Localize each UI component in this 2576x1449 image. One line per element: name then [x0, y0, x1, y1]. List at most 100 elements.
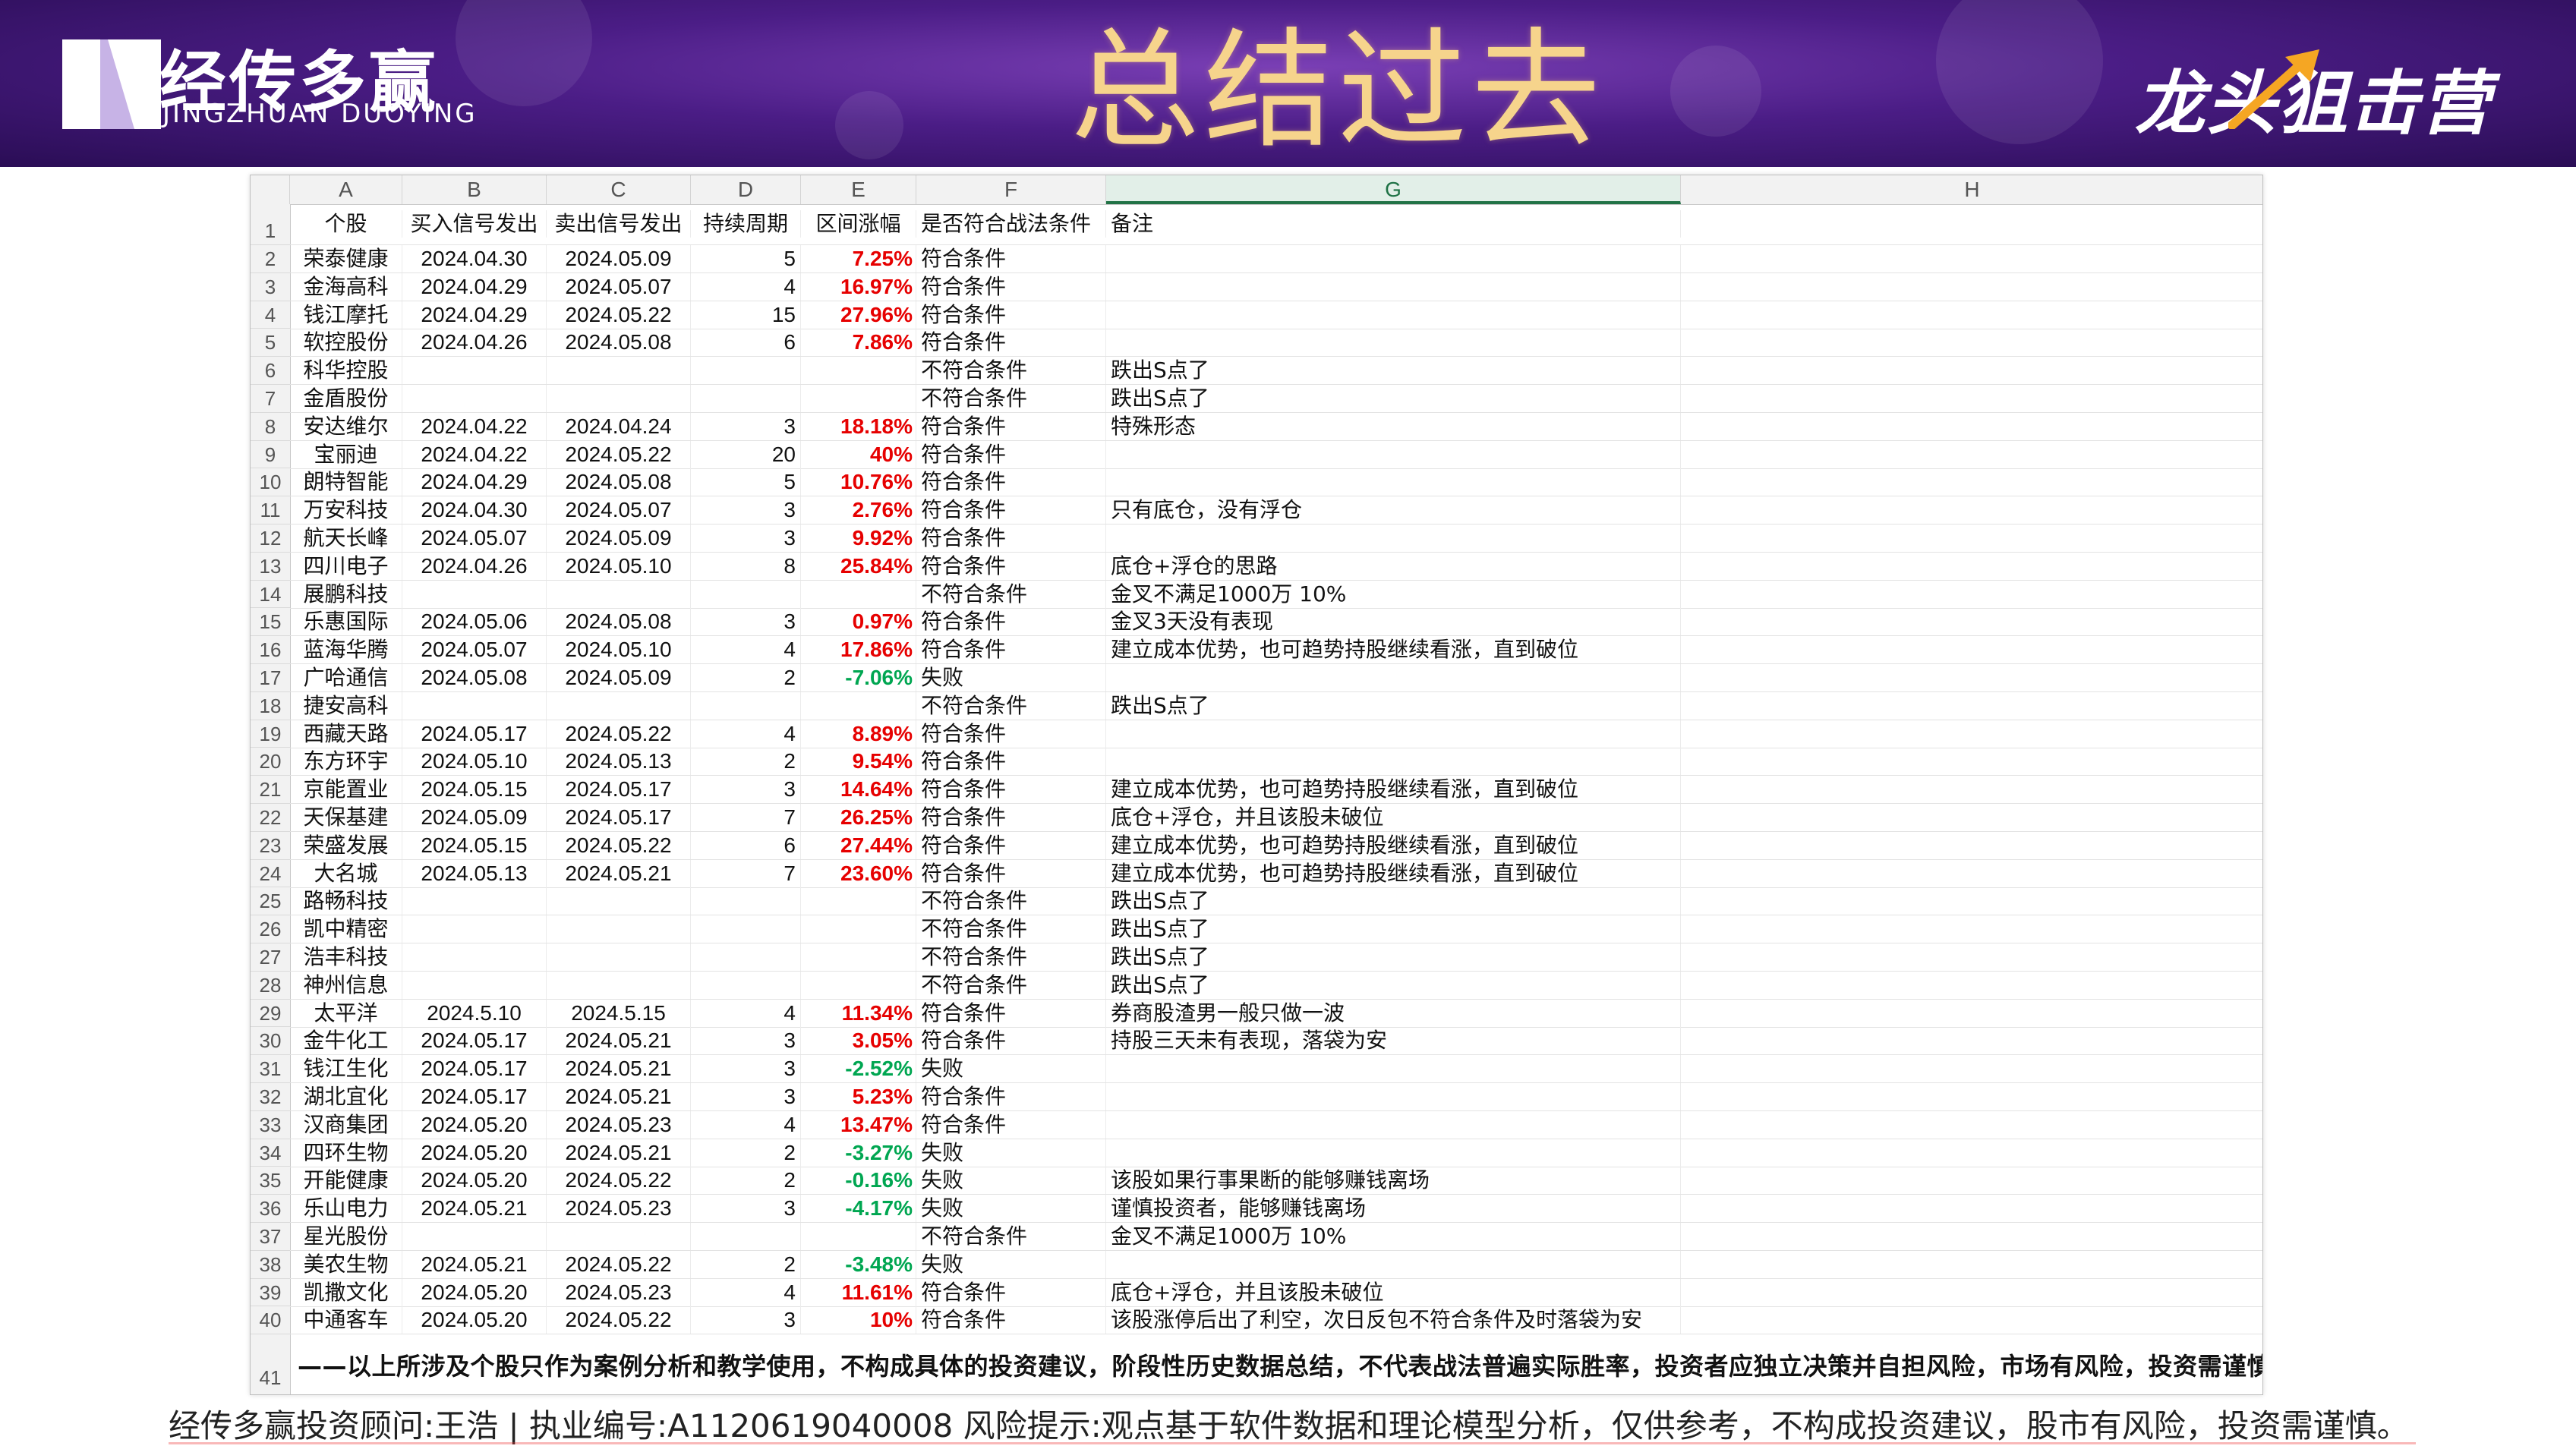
- period-cell[interactable]: 6: [691, 329, 801, 357]
- stock-name-cell[interactable]: 湖北宜化: [290, 1083, 402, 1110]
- note-cell[interactable]: 谨慎投资者，能够赚钱离场: [1106, 1195, 1681, 1223]
- row-number[interactable]: 20: [251, 748, 290, 776]
- stock-name-cell[interactable]: 广哈通信: [290, 664, 402, 691]
- qualify-cell[interactable]: 符合条件: [916, 1278, 1106, 1306]
- qualify-cell[interactable]: 符合条件: [916, 440, 1106, 468]
- stock-name-cell[interactable]: 四川电子: [290, 552, 402, 580]
- row-number[interactable]: 13: [251, 553, 290, 581]
- note-cell[interactable]: 跌出S点了: [1106, 943, 1681, 971]
- note-cell[interactable]: 金叉3天没有表现: [1106, 608, 1681, 636]
- row-number[interactable]: 28: [251, 972, 290, 1000]
- qualify-cell[interactable]: 符合条件: [916, 468, 1106, 496]
- sell-date-cell[interactable]: [547, 1223, 691, 1250]
- buy-date-cell[interactable]: 2024.05.17: [402, 720, 547, 748]
- sell-date-cell[interactable]: [547, 691, 691, 720]
- buy-date-cell[interactable]: 2024.5.10: [402, 999, 547, 1027]
- empty-cell[interactable]: [1681, 581, 2262, 608]
- qualify-cell[interactable]: 符合条件: [916, 831, 1106, 859]
- sell-date-cell[interactable]: [547, 887, 691, 915]
- period-cell[interactable]: 4: [691, 1110, 801, 1139]
- period-cell[interactable]: 4: [691, 272, 801, 301]
- row-number[interactable]: 2: [251, 245, 290, 273]
- note-cell[interactable]: [1106, 1083, 1681, 1110]
- buy-date-cell[interactable]: 2024.04.22: [402, 440, 547, 468]
- gain-cell[interactable]: 2.76%: [801, 496, 916, 524]
- qualify-cell[interactable]: 不符合条件: [916, 887, 1106, 915]
- stock-name-cell[interactable]: 朗特智能: [290, 468, 402, 496]
- buy-date-cell[interactable]: 2024.05.20: [402, 1167, 547, 1195]
- buy-date-cell[interactable]: [402, 357, 547, 385]
- header-gain[interactable]: 区间涨幅: [801, 210, 916, 238]
- empty-cell[interactable]: [1681, 1055, 2262, 1082]
- stock-name-cell[interactable]: 东方环宇: [290, 748, 402, 776]
- period-cell[interactable]: [691, 887, 801, 915]
- buy-date-cell[interactable]: 2024.04.29: [402, 468, 547, 496]
- stock-name-cell[interactable]: 荣泰健康: [290, 245, 402, 272]
- note-cell[interactable]: 底仓+浮仓，并且该股未破位: [1106, 1278, 1681, 1306]
- buy-date-cell[interactable]: [402, 887, 547, 915]
- buy-date-cell[interactable]: 2024.04.29: [402, 301, 547, 329]
- gain-cell[interactable]: 7.25%: [801, 245, 916, 272]
- empty-cell[interactable]: [1681, 1083, 2262, 1110]
- stock-name-cell[interactable]: 开能健康: [290, 1167, 402, 1195]
- gain-cell[interactable]: 8.89%: [801, 720, 916, 748]
- buy-date-cell[interactable]: 2024.05.06: [402, 608, 547, 636]
- note-cell[interactable]: 券商股渣男一般只做一波: [1106, 999, 1681, 1027]
- gain-cell[interactable]: 13.47%: [801, 1110, 916, 1139]
- note-cell[interactable]: 跌出S点了: [1106, 691, 1681, 720]
- sell-date-cell[interactable]: 2024.05.22: [547, 440, 691, 468]
- buy-date-cell[interactable]: [402, 385, 547, 412]
- buy-date-cell[interactable]: [402, 580, 547, 608]
- sell-date-cell[interactable]: [547, 971, 691, 999]
- buy-date-cell[interactable]: 2024.04.26: [402, 552, 547, 580]
- gain-cell[interactable]: 27.44%: [801, 831, 916, 859]
- empty-cell[interactable]: [1681, 413, 2262, 440]
- gain-cell[interactable]: 11.61%: [801, 1278, 916, 1306]
- stock-name-cell[interactable]: 神州信息: [290, 971, 402, 999]
- note-cell[interactable]: 跌出S点了: [1106, 915, 1681, 943]
- note-cell[interactable]: [1106, 440, 1681, 468]
- empty-cell[interactable]: [1681, 1251, 2262, 1278]
- row-number[interactable]: 29: [251, 1000, 290, 1028]
- qualify-cell[interactable]: 符合条件: [916, 524, 1106, 552]
- period-cell[interactable]: [691, 385, 801, 412]
- period-cell[interactable]: 5: [691, 468, 801, 496]
- row-number[interactable]: 33: [251, 1111, 290, 1139]
- row-number[interactable]: 32: [251, 1083, 290, 1111]
- period-cell[interactable]: 8: [691, 552, 801, 580]
- sell-date-cell[interactable]: 2024.05.07: [547, 496, 691, 524]
- buy-date-cell[interactable]: 2024.04.29: [402, 272, 547, 301]
- column-header-e[interactable]: E: [801, 175, 916, 204]
- period-cell[interactable]: [691, 971, 801, 999]
- buy-date-cell[interactable]: 2024.05.15: [402, 831, 547, 859]
- empty-cell[interactable]: [1681, 441, 2262, 468]
- sell-date-cell[interactable]: 2024.05.17: [547, 804, 691, 831]
- period-cell[interactable]: [691, 357, 801, 385]
- row-number[interactable]: 31: [251, 1055, 290, 1083]
- sell-date-cell[interactable]: 2024.05.23: [547, 1278, 691, 1306]
- header-qualify[interactable]: 是否符合战法条件: [916, 210, 1106, 238]
- empty-cell[interactable]: [1681, 1027, 2262, 1054]
- empty-cell[interactable]: [1681, 301, 2262, 329]
- sell-date-cell[interactable]: 2024.5.15: [547, 999, 691, 1027]
- sell-date-cell[interactable]: 2024.05.22: [547, 1250, 691, 1278]
- sell-date-cell[interactable]: 2024.05.22: [547, 720, 691, 748]
- qualify-cell[interactable]: 符合条件: [916, 720, 1106, 748]
- note-cell[interactable]: 底仓+浮仓的思路: [1106, 552, 1681, 580]
- row-number[interactable]: 30: [251, 1027, 290, 1056]
- sell-date-cell[interactable]: [547, 915, 691, 943]
- stock-name-cell[interactable]: 星光股份: [290, 1223, 402, 1250]
- note-cell[interactable]: [1106, 301, 1681, 329]
- empty-cell[interactable]: [1681, 832, 2262, 859]
- row-number[interactable]: 6: [251, 357, 290, 385]
- buy-date-cell[interactable]: [402, 971, 547, 999]
- qualify-cell[interactable]: 符合条件: [916, 1027, 1106, 1055]
- gain-cell[interactable]: 23.60%: [801, 859, 916, 887]
- note-cell[interactable]: 底仓+浮仓，并且该股未破位: [1106, 804, 1681, 831]
- stock-name-cell[interactable]: 乐山电力: [290, 1195, 402, 1223]
- gain-cell[interactable]: 27.96%: [801, 301, 916, 329]
- period-cell[interactable]: 5: [691, 245, 801, 272]
- row-number[interactable]: 9: [251, 441, 290, 469]
- stock-name-cell[interactable]: 京能置业: [290, 776, 402, 804]
- qualify-cell[interactable]: 不符合条件: [916, 943, 1106, 971]
